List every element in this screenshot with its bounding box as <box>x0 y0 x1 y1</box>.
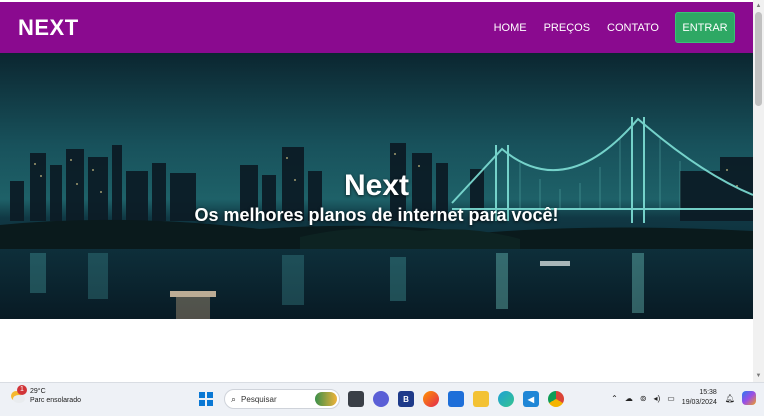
page-scrollbar[interactable]: ▲ ▼ <box>753 0 764 382</box>
weather-text: 29°C Parc ensolarado <box>30 387 81 405</box>
search-icon: ⌕ <box>231 393 237 404</box>
search-placeholder: Pesquisar <box>241 394 277 404</box>
clock[interactable]: 15:38 19/03/2024 <box>682 388 717 408</box>
cloud-sync-icon[interactable]: ☁ <box>625 394 633 403</box>
hero-banner: Next Os melhores planos de internet para… <box>0 53 753 319</box>
nav-link-precos[interactable]: PREÇOS <box>544 22 590 34</box>
weather-widget[interactable]: 1 29°C Parc ensolarado <box>9 385 81 405</box>
windows-taskbar: 1 29°C Parc ensolarado ⌕ Pesquisar B ◀ ⌃… <box>0 382 764 416</box>
notification-bell-icon[interactable]: 🔔︎ <box>725 394 735 403</box>
partly-sunny-icon: 1 <box>9 385 27 405</box>
hero-text: Next Os melhores planos de internet para… <box>0 53 753 319</box>
system-tray: ⌃ ☁ ⊚ ◂) ▭ 15:38 19/03/2024 🔔︎ <box>611 388 756 408</box>
navbar: NEXT HOME PREÇOS CONTATO ENTRAR <box>0 2 753 53</box>
hero-title: Next <box>343 168 410 202</box>
weather-temperature: 29°C <box>30 388 46 395</box>
brand-logo[interactable]: NEXT <box>18 15 79 41</box>
b-app-icon[interactable]: B <box>398 391 414 407</box>
clock-time: 15:38 <box>699 389 717 396</box>
vscode-icon[interactable]: ◀ <box>523 391 539 407</box>
nav-link-home[interactable]: HOME <box>494 22 527 34</box>
windows-start-icon[interactable] <box>198 391 214 407</box>
file-explorer-icon[interactable] <box>473 391 489 407</box>
volume-icon[interactable]: ◂) <box>654 394 661 403</box>
firefox-icon[interactable] <box>423 391 439 407</box>
hero-subtitle: Os melhores planos de internet para você… <box>194 204 559 225</box>
copilot-icon[interactable] <box>742 391 756 405</box>
store-icon[interactable] <box>448 391 464 407</box>
scroll-down-arrow-icon[interactable]: ▼ <box>753 372 764 380</box>
weather-description: Parc ensolarado <box>30 397 81 404</box>
browser-viewport: NEXT HOME PREÇOS CONTATO ENTRAR Next Os … <box>0 0 764 416</box>
nav-links: HOME PREÇOS CONTATO ENTRAR <box>477 12 735 43</box>
chat-icon[interactable] <box>373 391 389 407</box>
task-view-icon[interactable] <box>348 391 364 407</box>
search-highlight-icon <box>315 392 337 406</box>
weather-alert-badge: 1 <box>17 385 27 395</box>
scroll-thumb[interactable] <box>755 12 762 106</box>
chevron-up-icon[interactable]: ⌃ <box>611 394 618 403</box>
wifi-icon[interactable]: ⊚ <box>640 394 647 403</box>
taskbar-apps: ⌕ Pesquisar B ◀ <box>198 389 573 409</box>
enter-button[interactable]: ENTRAR <box>675 12 735 43</box>
clock-date: 19/03/2024 <box>681 399 717 406</box>
battery-icon[interactable]: ▭ <box>667 394 675 403</box>
taskbar-search-box[interactable]: ⌕ Pesquisar <box>224 389 340 409</box>
scroll-up-arrow-icon[interactable]: ▲ <box>753 2 764 10</box>
chrome-icon[interactable] <box>548 391 564 407</box>
nav-link-contato[interactable]: CONTATO <box>607 22 659 34</box>
edge-icon[interactable] <box>498 391 514 407</box>
